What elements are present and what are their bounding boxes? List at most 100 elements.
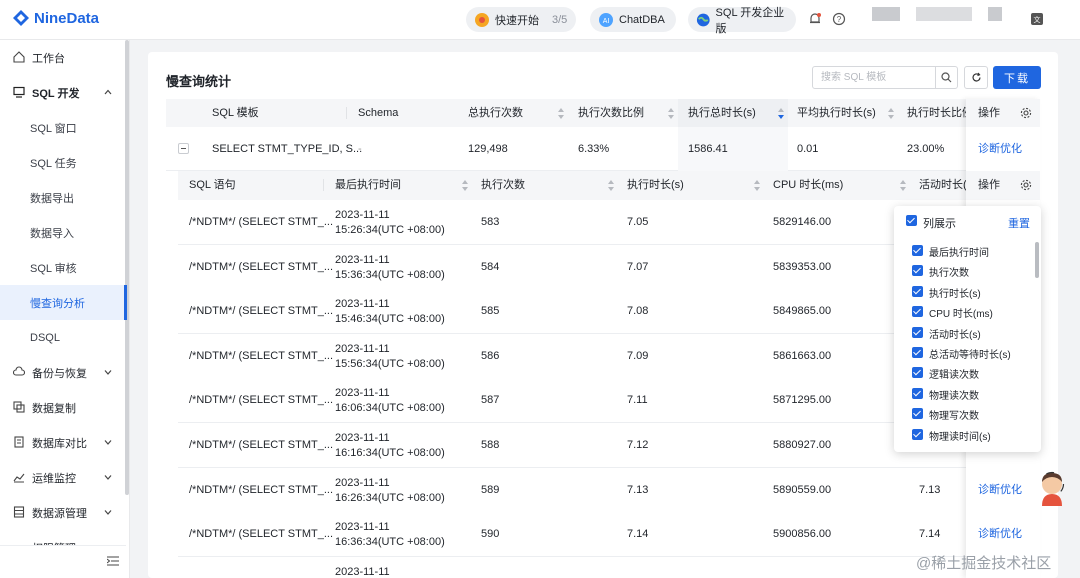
col-total-time[interactable]: 执行总时长(s) <box>688 99 756 127</box>
column-option-label[interactable]: 执行时长(s) <box>929 285 981 300</box>
bell-icon[interactable] <box>808 12 822 26</box>
col-exec-count[interactable]: 执行次数 <box>481 171 525 199</box>
cell-sql-statement: /*NDTM*/ (SELECT STMT_... <box>189 483 334 496</box>
sidebar-item-workbench[interactable]: 工作台 <box>0 40 126 75</box>
search-button[interactable] <box>935 67 957 88</box>
column-option-label[interactable]: 最后执行时间 <box>929 244 989 259</box>
reset-link[interactable]: 重置 <box>1008 215 1030 231</box>
sort-icon[interactable] <box>668 108 674 119</box>
chevron-down-icon <box>104 475 112 480</box>
cell-sql-statement: /*NDTM*/ (SELECT STMT_... <box>189 349 334 362</box>
sort-desc-icon[interactable] <box>778 108 784 119</box>
user-name-blurred[interactable] <box>916 7 972 21</box>
cell-exec-duration: 7.08 <box>627 305 649 318</box>
chatdba-button[interactable]: AI ChatDBA <box>590 7 676 32</box>
statement-row[interactable]: 2023-11-11 <box>178 556 1040 578</box>
collapse-row-button[interactable] <box>178 143 189 154</box>
cell-active-time: 7.13 <box>919 483 941 496</box>
refresh-button[interactable] <box>964 66 988 89</box>
cell-exec-duration: 7.09 <box>627 349 649 362</box>
cell-last-exec-date: 2023-11-11 <box>335 476 390 489</box>
cell-sql-statement: /*NDTM*/ (SELECT STMT_... <box>189 439 334 451</box>
col-time-ratio[interactable]: 执行时长比例 <box>907 99 973 127</box>
column-option-label[interactable]: 活动时长(s) <box>929 326 981 341</box>
col-last-exec-time[interactable]: 最后执行时间 <box>335 171 401 199</box>
sort-icon[interactable] <box>558 108 564 119</box>
column-option-label[interactable]: 物理写次数 <box>929 407 979 422</box>
language-icon[interactable]: 文 <box>1030 12 1044 26</box>
settings-gear-icon[interactable] <box>1020 107 1032 119</box>
column-checkbox[interactable] <box>912 306 923 318</box>
sidebar-item-sql-window[interactable]: SQL 窗口 <box>0 110 126 145</box>
sort-icon[interactable] <box>608 180 614 191</box>
col-total-exec[interactable]: 总执行次数 <box>468 99 523 127</box>
sidebar-item-db-compare[interactable]: 数据库对比 <box>0 425 126 460</box>
statement-row[interactable]: /*NDTM*/ (SELECT STMT_... 2023-11-11 16:36… <box>178 512 1040 558</box>
column-checkbox[interactable] <box>912 408 923 420</box>
sidebar-item-slow-query[interactable]: 慢查询分析 <box>0 285 127 320</box>
column-checkbox[interactable] <box>912 347 923 358</box>
sidebar-item-ops-monitor[interactable]: 运维监控 <box>0 460 126 495</box>
search-input[interactable] <box>821 70 931 85</box>
column-checkbox[interactable] <box>912 265 923 277</box>
popup-scrollbar[interactable] <box>1035 242 1039 278</box>
sort-icon[interactable] <box>754 180 760 191</box>
cell-exec-count: 588 <box>481 439 500 451</box>
column-checkbox[interactable] <box>912 367 923 379</box>
collapse-menu-icon[interactable] <box>107 556 119 566</box>
column-checkbox[interactable] <box>912 285 923 297</box>
org-blurred[interactable] <box>988 7 1002 21</box>
col-exec-ratio[interactable]: 执行次数比例 <box>578 99 644 127</box>
sort-icon[interactable] <box>888 108 894 119</box>
sort-icon[interactable] <box>900 180 906 191</box>
sidebar-item-data-import[interactable]: 数据导入 <box>0 215 126 250</box>
home-icon <box>13 51 25 63</box>
column-checkbox[interactable] <box>912 428 923 440</box>
diagnose-optimize-link[interactable]: 诊断优化 <box>978 468 1022 513</box>
avatar-blurred[interactable] <box>872 7 900 21</box>
quick-start-button[interactable]: 快速开始 3/5 <box>466 7 576 32</box>
column-checkbox[interactable] <box>912 326 923 338</box>
settings-gear-icon[interactable] <box>1020 179 1032 191</box>
cell-exec-count: 587 <box>481 394 500 407</box>
edition-button[interactable]: SQL 开发企业版 <box>688 7 796 35</box>
column-option-label[interactable]: CPU 时长(ms) <box>929 305 993 320</box>
column-option-label[interactable]: 执行次数 <box>929 264 969 279</box>
sidebar-item-sql-task[interactable]: SQL 任务 <box>0 145 126 180</box>
cloud-icon <box>13 366 25 376</box>
column-option-label[interactable]: 总活动等待时长(s) <box>929 346 1011 361</box>
cell-avg-time: 0.01 <box>797 143 819 155</box>
template-row[interactable]: SELECT STMT_TYPE_ID, S... - 129,498 6.33… <box>166 127 1040 171</box>
sort-icon[interactable] <box>462 180 468 191</box>
column-checkbox[interactable] <box>912 387 923 399</box>
col-exec-duration[interactable]: 执行时长(s) <box>627 171 684 199</box>
col-avg-time[interactable]: 平均执行时长(s) <box>797 99 876 127</box>
sidebar-item-replication[interactable]: 数据复制 <box>0 390 126 425</box>
col-cpu-time[interactable]: CPU 时长(ms) <box>773 171 843 199</box>
statement-row[interactable]: /*NDTM*/ (SELECT STMT_... 2023-11-11 16:26… <box>178 467 1040 513</box>
sidebar-item-dsql[interactable]: DSQL <box>0 320 126 355</box>
diagnose-optimize-link[interactable]: 诊断优化 <box>978 127 1022 171</box>
sidebar-item-label: 数据库对比 <box>32 437 87 450</box>
sidebar-item-data-export[interactable]: 数据导出 <box>0 180 126 215</box>
sidebar-item-datasource[interactable]: 数据源管理 <box>0 495 126 530</box>
brand-logo[interactable]: NineData <box>12 9 99 27</box>
column-option-label[interactable]: 物理读次数 <box>929 387 979 402</box>
sidebar-item-label: 备份与恢复 <box>32 367 87 380</box>
help-icon[interactable]: ? <box>832 12 846 26</box>
sidebar-item-label: SQL 任务 <box>30 157 77 170</box>
select-all-checkbox[interactable] <box>906 215 917 226</box>
support-avatar-icon[interactable] <box>1036 470 1068 506</box>
column-checkbox[interactable] <box>912 245 923 256</box>
sidebar-item-backup[interactable]: 备份与恢复 <box>0 355 126 390</box>
column-option-label[interactable]: 逻辑读次数 <box>929 366 979 381</box>
column-option-label[interactable]: 物理读时间(s) <box>929 428 991 443</box>
diagnose-optimize-link[interactable]: 诊断优化 <box>978 512 1022 557</box>
chevron-down-icon <box>104 440 112 445</box>
col-active-time[interactable]: 活动时长(s <box>919 171 972 199</box>
download-button[interactable]: 下载 <box>993 66 1041 89</box>
cell-last-exec-time: 16:36:34(UTC +08:00) <box>335 536 445 549</box>
sidebar-item-sql-review[interactable]: SQL 审核 <box>0 250 126 285</box>
compare-icon <box>14 436 24 448</box>
sidebar-item-sql-dev[interactable]: SQL 开发 <box>0 75 126 110</box>
